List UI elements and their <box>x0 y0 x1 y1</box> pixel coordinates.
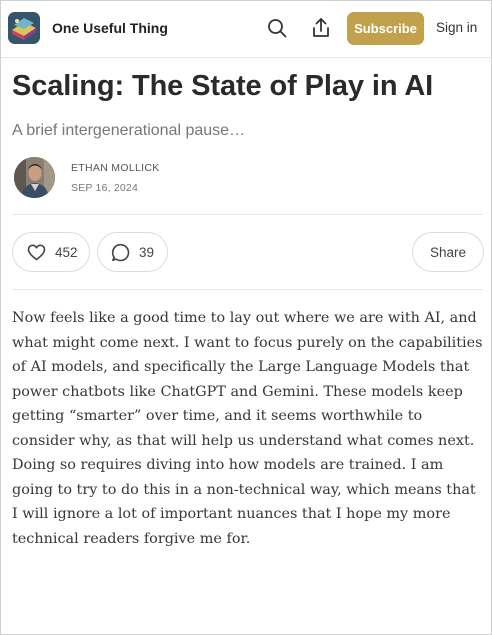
publication-logo[interactable] <box>8 12 40 44</box>
heart-icon <box>27 244 46 260</box>
share-button[interactable]: Share <box>412 232 484 272</box>
divider <box>12 214 483 215</box>
share-icon[interactable] <box>310 16 332 40</box>
post-subtitle: A brief intergenerational pause… <box>12 122 246 139</box>
subscribe-button[interactable]: Subscribe <box>347 12 424 45</box>
author-name[interactable]: ETHAN MOLLICK <box>71 162 160 174</box>
article-paragraph: Now feels like a good time to lay out wh… <box>12 310 483 547</box>
comment-icon <box>111 243 130 261</box>
top-bar: One Useful Thing Subscribe Sign in <box>0 0 492 58</box>
divider <box>12 289 483 290</box>
comment-button[interactable]: 39 <box>97 232 168 272</box>
like-button[interactable]: 452 <box>12 232 90 272</box>
like-count: 452 <box>55 244 78 260</box>
author-avatar[interactable] <box>14 157 55 198</box>
post-title: Scaling: The State of Play in AI <box>12 70 434 102</box>
comment-count: 39 <box>139 244 155 260</box>
publication-name[interactable]: One Useful Thing <box>52 20 168 36</box>
post-date: SEP 16, 2024 <box>71 182 139 194</box>
search-icon[interactable] <box>266 17 288 39</box>
signin-link[interactable]: Sign in <box>436 20 477 35</box>
